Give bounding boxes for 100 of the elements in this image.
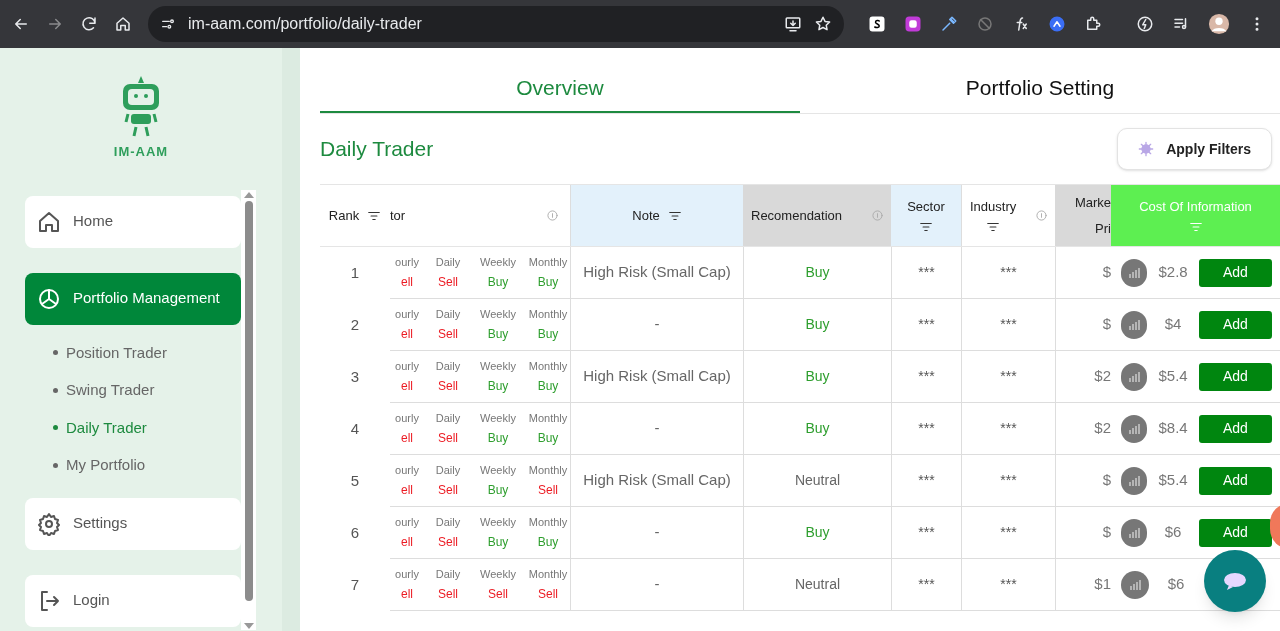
table-cell: *** — [961, 299, 1055, 351]
gear-icon — [37, 511, 61, 536]
chart-icon[interactable] — [1121, 258, 1148, 287]
table-cell: *** — [961, 403, 1055, 455]
bolt-icon[interactable] — [1136, 15, 1154, 33]
scrollbar[interactable] — [241, 190, 256, 630]
signal-period: Monthly — [527, 410, 569, 426]
recommendation-cell: Buy — [743, 507, 891, 559]
table-cell: *** — [891, 559, 961, 611]
signal-period: Daily — [434, 462, 462, 478]
subnav-item[interactable]: Position Trader — [53, 341, 241, 364]
extension-icon[interactable] — [904, 15, 922, 33]
install-icon[interactable] — [784, 15, 802, 33]
recommendation-cell: Neutral — [743, 455, 891, 507]
table-cell: $1 — [1055, 559, 1111, 611]
block-icon[interactable] — [976, 15, 994, 33]
signal-value: Sell — [437, 378, 459, 396]
subnav-item[interactable]: Swing Trader — [53, 379, 241, 402]
table-cell: $2 — [1055, 351, 1111, 403]
rank-cell-text: 2 — [349, 314, 361, 335]
signal-value: ell — [400, 430, 414, 448]
signal-period: Weekly — [479, 306, 517, 322]
nav-item[interactable]: Portfolio Management — [25, 272, 241, 325]
table-cell: - — [570, 403, 743, 455]
signal-period: Daily — [434, 566, 462, 582]
chart-icon[interactable] — [1121, 414, 1148, 443]
tab[interactable]: Portfolio Setting — [800, 48, 1280, 113]
table-cell: $ — [1055, 299, 1111, 351]
signal-period: Daily — [434, 410, 462, 426]
signal-period: Monthly — [527, 462, 569, 478]
reload-icon[interactable] — [80, 15, 98, 33]
column-header: Industry — [970, 197, 1017, 216]
page-title: Daily Trader — [320, 136, 434, 163]
signal-value: Sell — [437, 534, 459, 552]
rank-cell-text: 3 — [349, 366, 361, 387]
extension-icon[interactable] — [1048, 15, 1066, 33]
signal-value: Buy — [536, 274, 560, 292]
rank-cell-text: 6 — [349, 522, 361, 543]
chart-icon[interactable] — [1121, 518, 1148, 547]
signal-period: Monthly — [527, 358, 569, 374]
table-cell: High Risk (Small Cap) — [570, 247, 743, 299]
signal-period: ourly — [394, 358, 420, 374]
signal-period: Weekly — [479, 566, 517, 582]
subnav-item[interactable]: Daily Trader — [53, 416, 241, 439]
table-cell: *** — [891, 247, 961, 299]
rank-cell-text: 5 — [349, 470, 361, 491]
add-button[interactable]: Add — [1198, 466, 1272, 495]
add-button[interactable]: Add — [1198, 362, 1272, 391]
signal-period: Daily — [434, 306, 462, 322]
address-bar[interactable]: im-aam.com/portfolio/daily-trader — [148, 6, 844, 42]
signal-value: Sell — [437, 430, 459, 448]
nav-item[interactable]: Home — [25, 195, 241, 248]
star-icon[interactable] — [814, 15, 832, 33]
recommendation-cell: Buy — [743, 403, 891, 455]
column-header: Note — [632, 206, 660, 225]
signal-value: Buy — [486, 430, 510, 448]
signal-period: Monthly — [527, 306, 569, 322]
home-icon[interactable] — [114, 15, 132, 33]
home-icon — [37, 209, 61, 234]
chart-icon[interactable] — [1121, 466, 1148, 495]
nav-item[interactable]: Login — [25, 574, 241, 627]
chart-icon[interactable] — [1121, 310, 1148, 339]
column-header: Rank — [328, 206, 360, 225]
apply-filters-button[interactable]: Apply Filters — [1117, 128, 1272, 170]
column-header: Sector — [907, 197, 945, 216]
logo-text: IM-AAM — [113, 143, 169, 161]
recommendation-cell: Neutral — [743, 559, 891, 611]
chart-icon[interactable] — [1121, 570, 1149, 599]
signal-period: Daily — [434, 358, 462, 374]
tab[interactable]: Overview — [320, 48, 800, 113]
signal-value: Buy — [486, 274, 510, 292]
eyedropper-icon[interactable] — [940, 15, 958, 33]
add-button[interactable]: Add — [1198, 414, 1272, 443]
chat-button[interactable] — [1204, 550, 1266, 612]
nav-item[interactable]: Settings — [25, 497, 241, 550]
subnav-item[interactable]: My Portfolio — [53, 454, 241, 477]
recommendation-cell: Buy — [743, 351, 891, 403]
signal-period: ourly — [394, 514, 420, 530]
gear-icon — [1138, 141, 1155, 157]
signal-value: Buy — [486, 482, 510, 500]
signal-value: ell — [400, 482, 414, 500]
cost-text: $8.4 — [1157, 418, 1189, 439]
cost-text: $4 — [1163, 314, 1183, 335]
avatar-icon[interactable] — [1208, 13, 1230, 35]
signal-value: Buy — [486, 326, 510, 344]
signal-period: ourly — [394, 566, 420, 582]
puzzle-icon[interactable] — [1084, 15, 1102, 33]
signal-period: Daily — [434, 254, 462, 270]
add-button[interactable]: Add — [1198, 258, 1272, 287]
signal-period: ourly — [394, 462, 420, 478]
table-cell: $ — [1055, 455, 1111, 507]
signal-period: Weekly — [479, 358, 517, 374]
table-cell: - — [570, 299, 743, 351]
signal-value: Sell — [437, 586, 459, 604]
signal-value: Buy — [536, 378, 560, 396]
chart-icon[interactable] — [1121, 362, 1148, 391]
add-button[interactable]: Add — [1198, 310, 1272, 339]
signal-period: Weekly — [479, 410, 517, 426]
signal-period: Daily — [434, 514, 462, 530]
add-button[interactable]: Add — [1198, 518, 1272, 547]
